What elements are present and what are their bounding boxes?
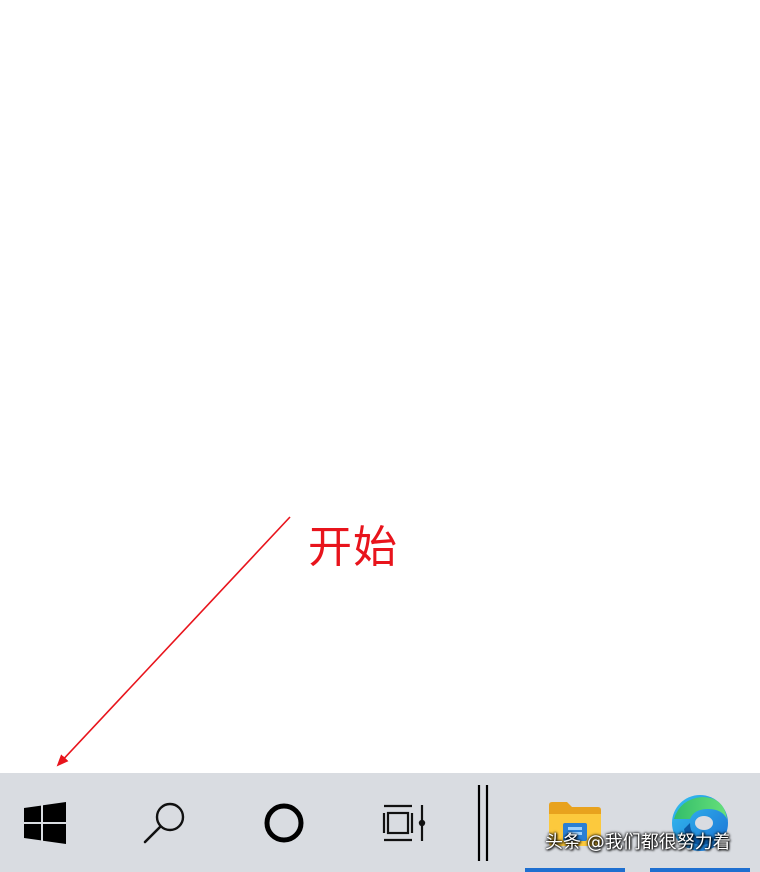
edge-browser-button[interactable] xyxy=(650,773,750,872)
file-explorer-active-indicator xyxy=(525,868,625,872)
taskbar xyxy=(0,773,760,872)
cortana-ring-icon xyxy=(264,803,304,842)
task-view-icon xyxy=(382,804,426,841)
annotation-label: 开始 xyxy=(308,522,398,573)
desktop-area: 开始 头条 @我们都很努力着 xyxy=(0,0,760,872)
annotation-arrow xyxy=(56,516,291,767)
search-icon xyxy=(143,802,185,843)
file-explorer-button[interactable] xyxy=(525,773,625,872)
taskbar-divider xyxy=(477,785,489,861)
watermark: 头条 @我们都很努力着 xyxy=(545,832,731,853)
cortana-button[interactable] xyxy=(238,773,330,872)
task-view-button[interactable] xyxy=(358,773,450,872)
windows-logo-icon xyxy=(24,801,66,844)
search-button[interactable] xyxy=(118,773,210,872)
edge-active-indicator xyxy=(650,868,750,872)
start-button[interactable] xyxy=(0,773,90,872)
